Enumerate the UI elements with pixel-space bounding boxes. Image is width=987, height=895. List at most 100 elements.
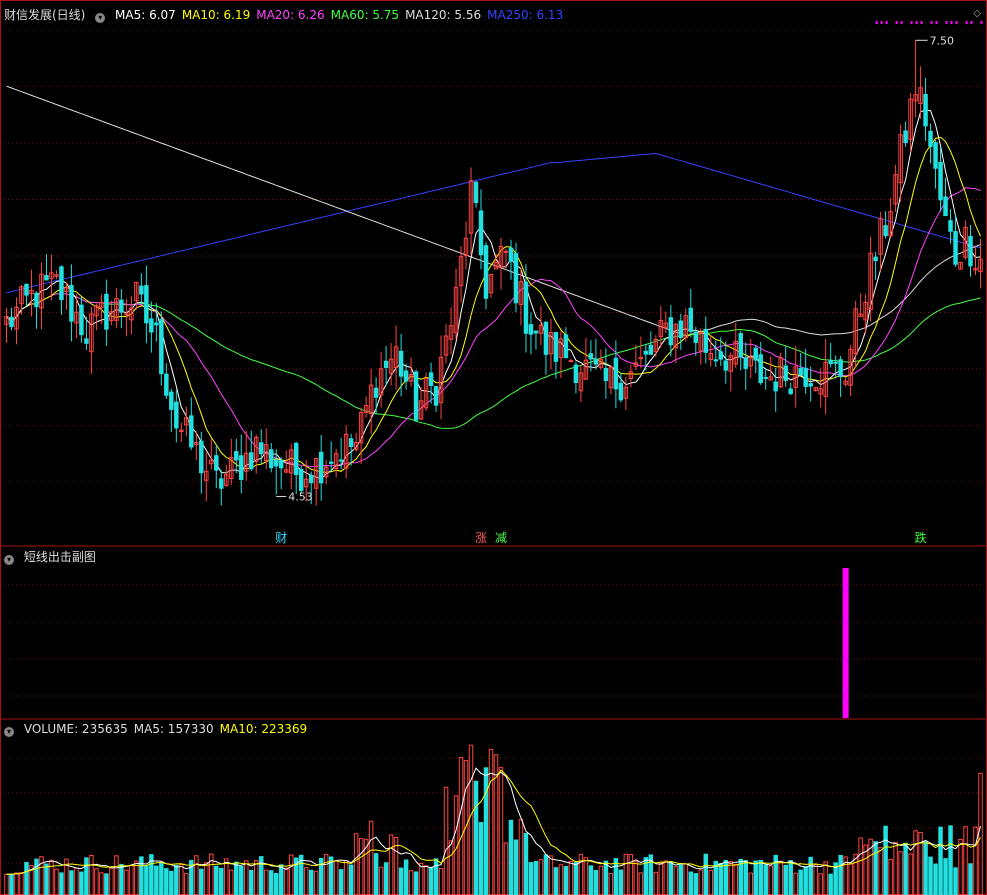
diamond-icon[interactable]: ◇ [973, 8, 981, 19]
top-dot-marker [965, 21, 968, 24]
sub-legend: ▾ 短线出击副图 [4, 548, 102, 566]
volume-bar [263, 869, 269, 895]
volume-bar [353, 833, 359, 895]
candle-body [763, 376, 768, 379]
candle-body [648, 344, 654, 355]
candle-body [528, 324, 534, 335]
volume-bar [258, 856, 264, 895]
candle-body [219, 478, 224, 489]
volume-bar [573, 861, 579, 895]
volume-bar [273, 872, 279, 895]
volume-bar [978, 772, 983, 895]
volume-bar [253, 860, 259, 895]
candle-body [753, 347, 758, 361]
candle-body [9, 316, 14, 327]
candle-body [713, 359, 719, 362]
volume-bar [508, 819, 514, 895]
candle-body [678, 320, 684, 338]
volume-bar [738, 858, 743, 895]
candle-body [258, 442, 264, 455]
candle-body [808, 383, 813, 387]
volume-bars[interactable] [4, 744, 983, 895]
candle-body [828, 359, 833, 365]
volume-bar [403, 859, 409, 895]
volume-bar [433, 858, 439, 895]
candle-body [773, 381, 778, 392]
volume-bar [358, 838, 364, 895]
price-annotations: 7.50 4.53 [276, 21, 983, 504]
volume-bar [288, 854, 294, 895]
volume-bar [958, 839, 963, 895]
candlestick-series[interactable] [4, 40, 983, 506]
candle-body [79, 304, 84, 336]
volume-bar [234, 861, 239, 895]
volume-bar [4, 873, 9, 895]
volume-bar [588, 865, 594, 895]
ma-indicator-4: MA120: 5.56 [405, 8, 482, 22]
candle-body [139, 285, 144, 295]
candle-body [833, 361, 838, 364]
candle-body [69, 285, 74, 322]
volume-bar [179, 864, 184, 895]
candle-body [144, 285, 149, 324]
volume-bar [134, 860, 139, 895]
volume-bar [308, 869, 314, 895]
volume-bar [638, 872, 644, 895]
volume-bar [938, 826, 943, 895]
sub-settings-icon[interactable]: ▾ [4, 555, 14, 565]
volume-bar [883, 825, 888, 895]
volume-bar [74, 867, 79, 895]
ma-indicator-list: MA5: 6.07 MA10: 6.19 MA20: 6.26 MA60: 5.75 M… [115, 8, 569, 22]
top-dot-marker [880, 21, 883, 24]
top-dot-marker [875, 21, 878, 24]
volume-bar [194, 855, 199, 895]
volume-bar [483, 767, 489, 895]
volume-settings-icon[interactable]: ▾ [4, 727, 14, 737]
volume-bar [184, 872, 189, 895]
volume-bar [104, 873, 109, 895]
volume-bar [668, 861, 674, 895]
signal-markers: 财 涨减 跌 [275, 530, 926, 545]
volume-bar [443, 786, 449, 895]
moving-average-lines [6, 85, 981, 480]
volume-bar [658, 862, 664, 895]
volume-bar [144, 865, 149, 895]
volume-bar [853, 853, 858, 895]
candle-body [328, 461, 334, 464]
volume-bar [418, 862, 424, 895]
volume-bar [244, 860, 249, 895]
volume-bar [303, 867, 309, 895]
candle-body [563, 334, 569, 359]
ma-indicator-0: MA5: 6.07 [115, 8, 176, 22]
candle-body [948, 220, 953, 232]
sub-panel-title: 短线出击副图 [23, 550, 96, 564]
volume-bar [893, 842, 898, 895]
candle-body [723, 360, 729, 371]
volume-bar [89, 854, 94, 895]
top-dot-marker [910, 21, 913, 24]
volume-bar [533, 861, 539, 895]
volume-bar [239, 866, 244, 895]
volume-bar [768, 865, 773, 895]
volume-bar [828, 873, 833, 895]
volume-bar [473, 780, 479, 895]
settings-icon[interactable]: ▾ [95, 13, 106, 23]
volume-bar [813, 864, 818, 895]
candle-body [159, 319, 164, 375]
candle-body [104, 293, 109, 330]
candle-body [523, 281, 529, 334]
chart-stage: 财 涨减 跌 7.50 4.53 [0, 0, 987, 895]
volume-bar [124, 869, 129, 895]
candle-body [338, 459, 344, 462]
top-dot-marker [930, 21, 933, 24]
volume-bar [44, 863, 49, 895]
signal-bar [842, 568, 849, 718]
volume-bar [808, 856, 813, 895]
volume-bar [99, 872, 104, 895]
volume-bar [278, 864, 284, 895]
volume-bar [888, 858, 893, 895]
volume-bar [733, 863, 739, 895]
candle-body [24, 283, 29, 296]
volume-bar [698, 869, 704, 895]
sub-panel-bars [842, 568, 849, 718]
